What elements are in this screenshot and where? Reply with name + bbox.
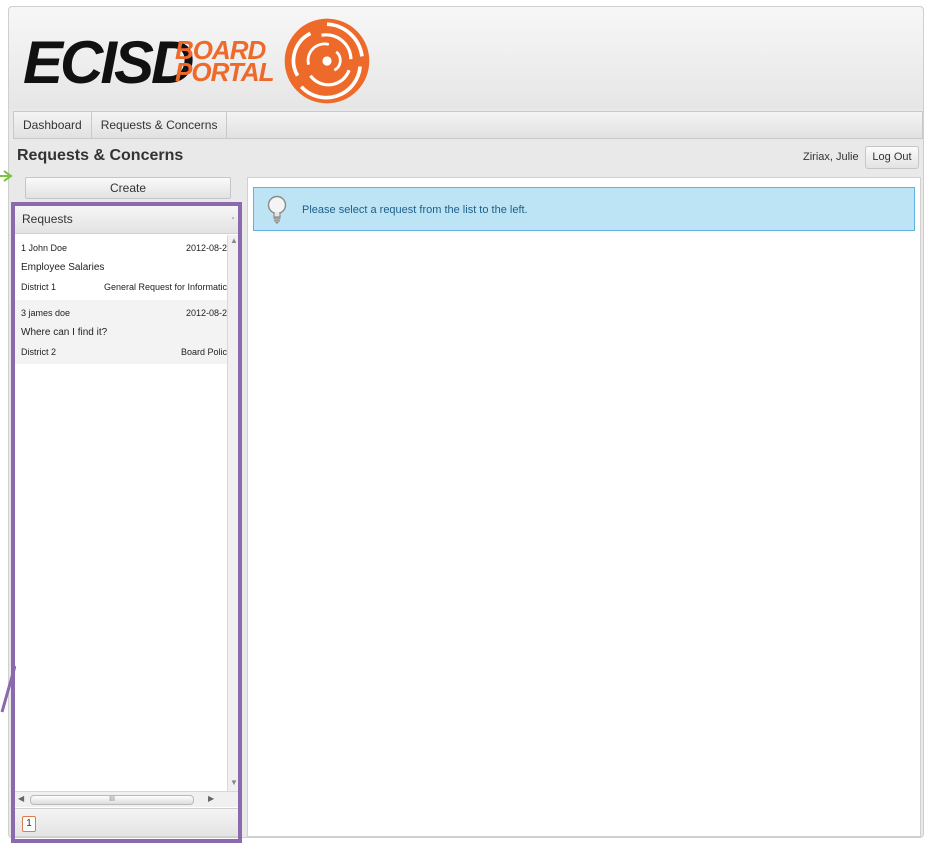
- info-message: Please select a request from the list to…: [302, 204, 528, 216]
- user-name: Ziriax, Julie: [803, 151, 859, 163]
- logo-sub-bottom: PORTAL: [175, 57, 274, 87]
- nav-item-requests-concerns[interactable]: Requests & Concerns: [92, 112, 228, 138]
- page-title: Requests & Concerns: [17, 147, 184, 164]
- header: ECISD BOARD PORTAL: [9, 7, 923, 109]
- detail-panel: Please select a request from the list to…: [247, 177, 921, 837]
- logo-sub-text: BOARD PORTAL: [175, 37, 274, 87]
- callout-line: [0, 665, 16, 713]
- ecisd-logo[interactable]: ECISD BOARD PORTAL: [23, 13, 383, 109]
- logout-button[interactable]: Log Out: [865, 146, 919, 169]
- logo-main-text: ECISD: [23, 29, 194, 96]
- lightbulb-icon: [267, 195, 287, 224]
- swirl-logo-icon: [284, 18, 370, 104]
- info-message-box: Please select a request from the list to…: [253, 187, 915, 231]
- nav-item-dashboard[interactable]: Dashboard: [14, 112, 92, 138]
- main-nav: Dashboard Requests & Concerns: [13, 111, 923, 139]
- highlight-box: [11, 202, 242, 843]
- create-button[interactable]: Create: [25, 177, 231, 199]
- arrow-right-icon: [0, 170, 13, 182]
